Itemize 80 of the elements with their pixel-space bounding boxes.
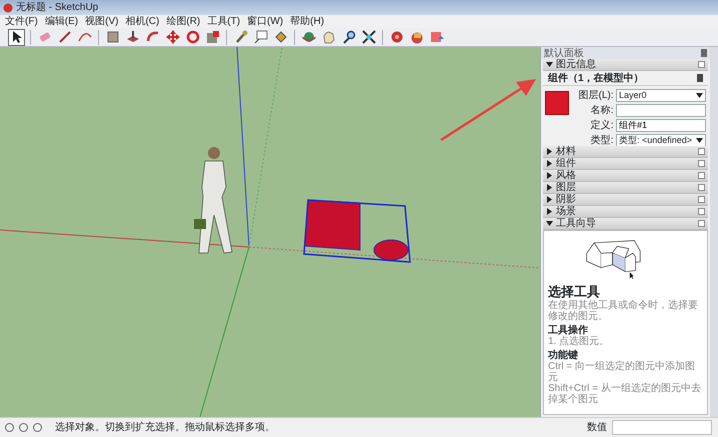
field-label: 名称: [590,106,614,116]
rotate-tool-button[interactable] [184,28,201,46]
menu-item[interactable]: 编辑(E) [44,16,78,26]
zoom-icon [340,29,356,45]
panel-title: 风格 [556,170,576,180]
text-field[interactable] [616,104,706,117]
zoom-extents-tool-button[interactable] [360,28,377,46]
material-swatch[interactable] [545,91,569,115]
orbit-icon [300,29,316,45]
select-arrow-tool-button[interactable] [8,28,25,46]
expand-triangle-icon[interactable] [546,172,553,179]
tray-scrollbar[interactable] [710,47,718,417]
rectangle-icon [104,29,120,45]
menu-item[interactable]: 相机(C) [125,16,160,26]
panel-header[interactable]: 材料 [543,146,708,158]
caret-icon[interactable] [696,138,703,143]
instructor-text: Shift+Ctrl = 从一组选定的图元中去掉某个图元 [548,382,702,405]
menu-item[interactable]: 绘图(R) [166,16,200,26]
panel-header[interactable]: 组件 [543,158,708,170]
menu-item[interactable]: 帮助(H) [290,16,324,26]
dropdown-field[interactable]: 类型: <undefined> [616,134,706,147]
panel-title: 图元信息 [556,60,596,70]
text-tool-button[interactable] [252,28,269,46]
panel-title: 组件 [556,158,576,168]
move-tool-button[interactable] [164,28,181,46]
pencil-icon [56,29,72,45]
panel-header[interactable]: 图层 [543,182,708,194]
instructor-text: Ctrl = 向一组选定的图元中添加图元 [548,360,695,383]
panel-title: 工具向导 [556,218,596,228]
panel-title: 场景 [556,206,576,216]
tray-title: 默认面板 [544,46,584,58]
entity-heading: 组件（1，在模型中） [548,72,644,86]
zoom-extents-icon [360,29,376,45]
collapse-triangle-icon[interactable] [546,61,553,68]
text-field[interactable]: 组件#1 [616,119,706,132]
window-title: 无标题 - SketchUp [16,2,98,12]
panel-menu-icon[interactable] [698,61,705,68]
instructor-title: 选择工具 [548,284,601,300]
text-icon [252,29,268,45]
ellipse-face[interactable] [374,240,408,260]
instructor-text: 1. 点选图元。 [548,336,610,347]
status-message: 选择对象。切换到扩充选择。拖动鼠标选择多项。 [55,420,276,435]
field-label: 类型: [590,136,614,146]
caret-icon[interactable] [696,93,703,98]
collapse-triangle-icon[interactable] [546,220,553,227]
field-label: 定义: [590,120,614,130]
selected-component-outline[interactable] [303,199,411,263]
panel-header[interactable]: 图元信息 [543,59,708,71]
rotate-icon [184,29,200,45]
app-logo-icon [3,2,13,12]
dropdown-field[interactable]: Layer0 [616,89,706,102]
panel-header[interactable]: 场景 [543,206,708,218]
expand-triangle-icon[interactable] [546,196,553,203]
move-icon [164,29,180,45]
measurements-field[interactable] [612,420,712,435]
scale-tool-button[interactable] [204,28,221,46]
panel-title: 阴影 [556,194,576,204]
panel-header[interactable]: 工具向导 [543,218,708,230]
scale-icon [204,29,220,45]
instructor-description: 在使用其他工具或命令时，选择要修改的图元。 [548,300,699,322]
cursor-icon [630,272,634,280]
menu-item[interactable]: 工具(T) [207,16,240,26]
panel-header[interactable]: 风格 [543,170,708,182]
measurements-label: 数值 [587,421,607,435]
menu-item[interactable]: 窗口(W) [247,16,284,26]
menu-item[interactable]: 文件(F) [5,16,38,26]
section-heading: 功能键 [548,350,578,361]
section-heading: 工具操作 [548,324,589,336]
menu-item[interactable]: 视图(V) [85,16,118,26]
panel-header[interactable]: 阴影 [543,194,708,206]
expand-triangle-icon[interactable] [546,208,553,215]
rectangle-face[interactable] [304,199,360,251]
house-drawing [586,240,640,272]
expand-triangle-icon[interactable] [546,148,553,155]
field-label: 图层(L): [578,90,614,100]
panel-title: 图层 [556,182,576,192]
expand-triangle-icon[interactable] [546,160,553,167]
expand-triangle-icon[interactable] [546,184,553,191]
panel-title: 材料 [556,146,576,156]
push-pull-icon [124,29,140,45]
